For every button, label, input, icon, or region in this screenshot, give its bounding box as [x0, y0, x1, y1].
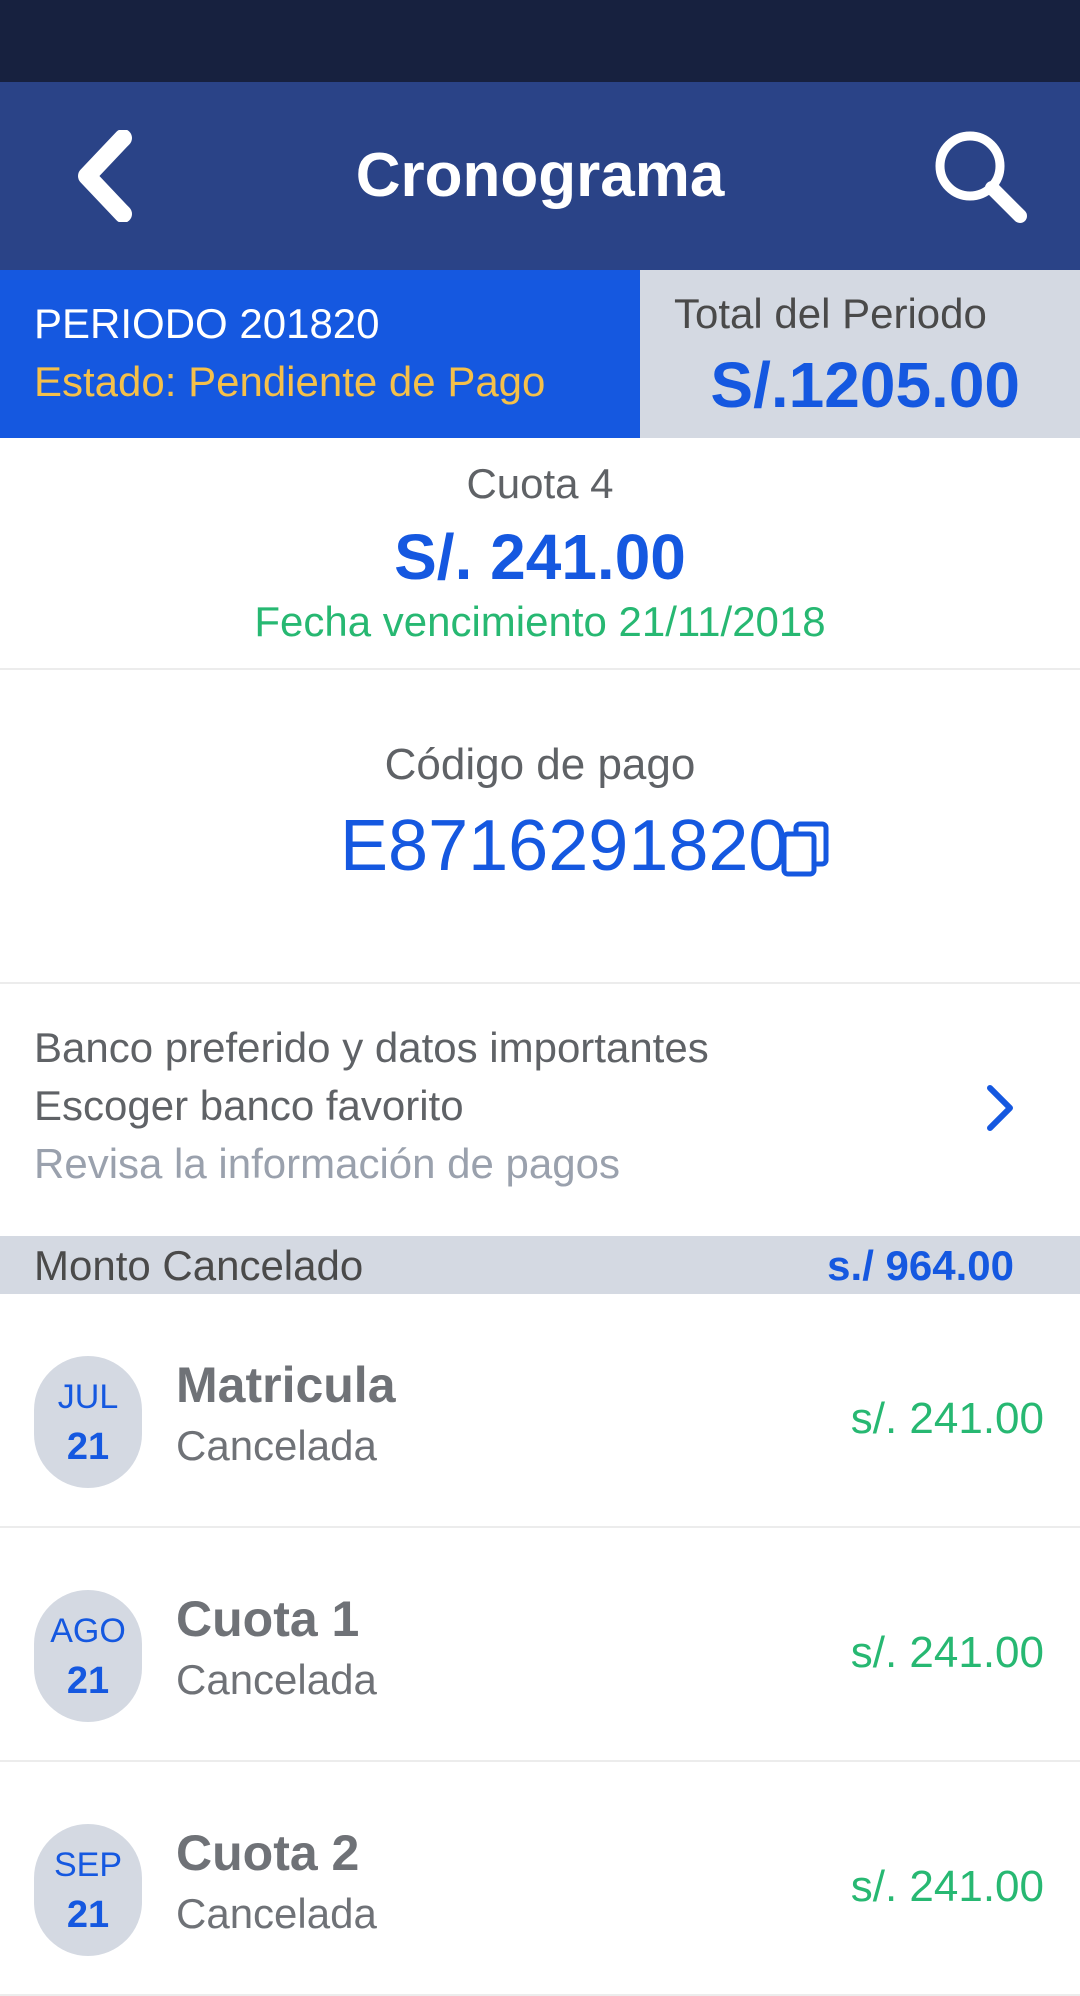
- date-month: AGO: [50, 1612, 126, 1650]
- date-day: 21: [66, 1894, 110, 1936]
- item-amount: s/. 241.00: [850, 1628, 1044, 1677]
- cuota-amount: S/. 241.00: [394, 521, 686, 593]
- chevron-left-icon: [78, 130, 132, 222]
- item-status: Cancelada: [176, 1422, 377, 1469]
- status-bar: [0, 0, 1080, 82]
- date-day: 21: [66, 1426, 110, 1468]
- monto-cancelado-bar: Monto Cancelado s./ 964.00: [0, 1236, 1080, 1294]
- search-button[interactable]: [928, 126, 1028, 226]
- item-title: Cuota 2: [176, 1825, 360, 1881]
- payment-code-label: Código de pago: [384, 740, 696, 789]
- list-item[interactable]: SEP 21 Cuota 2 Cancelada s/. 241.00: [0, 1762, 1080, 1996]
- search-icon: [935, 131, 1027, 223]
- cuota-label: Cuota 4: [466, 460, 614, 507]
- item-amount: s/. 241.00: [850, 1862, 1044, 1911]
- bank-subtitle: Escoger banco favorito: [34, 1082, 464, 1129]
- date-day: 21: [66, 1660, 110, 1702]
- payment-code-value: E8716291820: [340, 806, 789, 886]
- date-month: SEP: [53, 1846, 123, 1884]
- period-panel: PERIODO 201820 Estado: Pendiente de Pago: [0, 270, 640, 438]
- date-month: JUL: [57, 1378, 119, 1416]
- date-badge: JUL 21: [34, 1356, 142, 1488]
- period-total-panel: Total del Periodo S/.1205.00: [640, 270, 1080, 438]
- nav-bar: Cronograma: [0, 82, 1080, 270]
- monto-cancelado-value: s./ 964.00: [827, 1242, 1014, 1289]
- payments-list: JUL 21 Matricula Cancelada s/. 241.00 AG…: [0, 1294, 1080, 1996]
- item-title: Cuota 1: [176, 1591, 360, 1647]
- chevron-right-icon: [987, 1085, 1013, 1131]
- item-status: Cancelada: [176, 1890, 377, 1937]
- period-status: Estado: Pendiente de Pago: [34, 358, 546, 405]
- item-status: Cancelada: [176, 1656, 377, 1703]
- bank-hint: Revisa la información de pagos: [34, 1140, 620, 1187]
- item-amount: s/. 241.00: [850, 1394, 1044, 1443]
- preferred-bank-row[interactable]: Banco preferido y datos importantes Esco…: [0, 984, 1080, 1236]
- date-badge: AGO 21: [34, 1590, 142, 1722]
- cuota-due-date: Fecha vencimiento 21/11/2018: [254, 598, 826, 645]
- page-title: Cronograma: [355, 141, 725, 210]
- item-title: Matricula: [176, 1357, 396, 1413]
- back-button[interactable]: [60, 122, 150, 230]
- list-item[interactable]: JUL 21 Matricula Cancelada s/. 241.00: [0, 1294, 1080, 1528]
- payment-code-section: Código de pago E8716291820: [0, 670, 1080, 984]
- period-total-label: Total del Periodo: [674, 290, 987, 337]
- copy-button[interactable]: [780, 820, 830, 878]
- list-item[interactable]: AGO 21 Cuota 1 Cancelada s/. 241.00: [0, 1528, 1080, 1762]
- copy-icon: [781, 821, 829, 877]
- current-cuota: Cuota 4 S/. 241.00 Fecha vencimiento 21/…: [0, 438, 1080, 670]
- monto-cancelado-label: Monto Cancelado: [34, 1242, 364, 1289]
- bank-title: Banco preferido y datos importantes: [34, 1024, 709, 1071]
- period-title: PERIODO 201820: [34, 300, 380, 347]
- period-total-value: S/.1205.00: [710, 349, 1020, 421]
- date-badge: SEP 21: [34, 1824, 142, 1956]
